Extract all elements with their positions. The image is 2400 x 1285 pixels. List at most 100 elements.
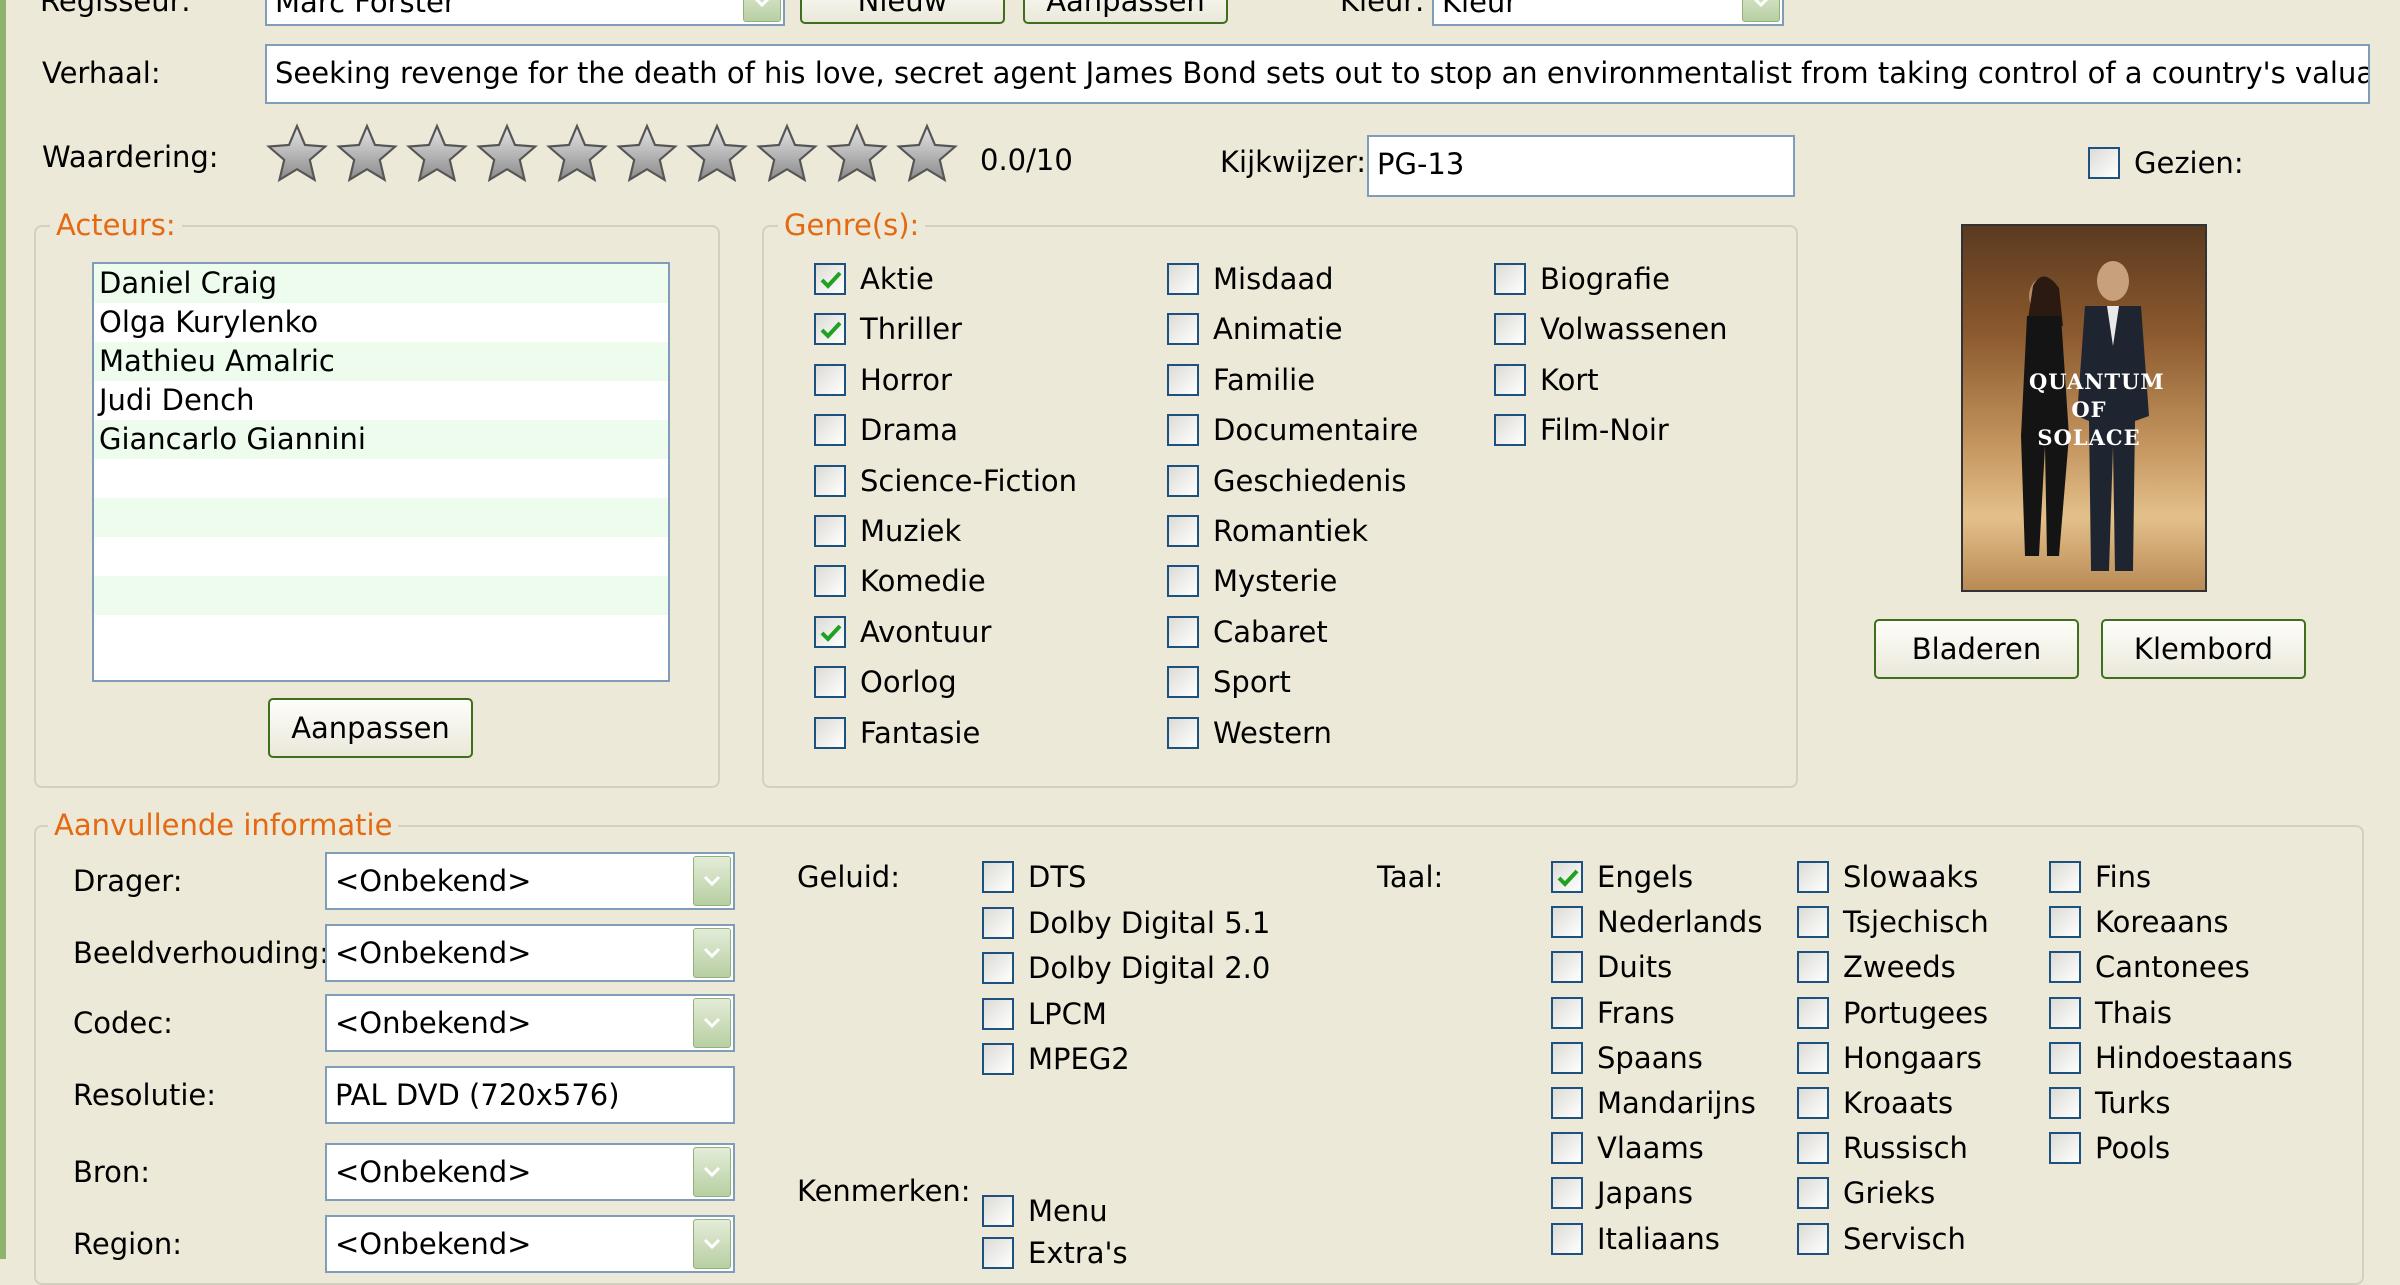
checkbox-box[interactable]	[982, 952, 1014, 984]
checkbox-box[interactable]	[1797, 906, 1829, 939]
checkbox-box[interactable]	[1167, 414, 1199, 447]
checkbox-box[interactable]	[814, 716, 846, 749]
checkbox-oorlog[interactable]: Oorlog	[814, 665, 957, 699]
checkbox-box[interactable]	[1494, 363, 1526, 396]
checkbox-drama[interactable]: Drama	[814, 413, 958, 447]
select-region[interactable]: <Onbekend>	[325, 1215, 735, 1273]
checkbox-box[interactable]	[982, 1237, 1014, 1269]
checkbox-checked[interactable]	[814, 313, 846, 346]
checkbox-box[interactable]	[814, 565, 846, 598]
checkbox-checked[interactable]	[814, 263, 846, 295]
checkbox-kroaats[interactable]: Kroaats	[1797, 1086, 1953, 1120]
checkbox-box[interactable]	[1167, 615, 1199, 648]
checkbox-romantiek[interactable]: Romantiek	[1167, 514, 1368, 548]
checkbox-box[interactable]	[1797, 996, 1829, 1029]
checkbox-nederlands[interactable]: Nederlands	[1551, 905, 1762, 939]
checkbox-box[interactable]	[2049, 1087, 2081, 1119]
checkbox-muziek[interactable]: Muziek	[814, 514, 961, 548]
list-item[interactable]: Judi Dench	[94, 381, 668, 420]
checkbox-checked[interactable]	[814, 615, 846, 648]
checkbox-box[interactable]	[1167, 313, 1199, 346]
checkbox-box[interactable]	[982, 1043, 1014, 1075]
star-icon[interactable]	[755, 122, 819, 186]
chevron-down-icon[interactable]	[693, 1219, 731, 1269]
checkbox-box[interactable]	[1797, 1087, 1829, 1119]
checkbox-box[interactable]	[2049, 996, 2081, 1029]
checkbox-checked[interactable]	[1551, 861, 1583, 893]
checkbox-volwassenen[interactable]: Volwassenen	[1494, 312, 1728, 346]
star-icon[interactable]	[545, 122, 609, 186]
checkbox-box[interactable]	[1797, 1177, 1829, 1210]
edit-director-button[interactable]: Aanpassen	[1023, 0, 1228, 24]
checkbox-box[interactable]	[2049, 861, 2081, 893]
checkbox-biografie[interactable]: Biografie	[1494, 262, 1670, 296]
checkbox-spaans[interactable]: Spaans	[1551, 1041, 1703, 1075]
verhaal-field[interactable]: Seeking revenge for the death of his lov…	[265, 44, 2370, 104]
checkbox-box[interactable]	[1551, 951, 1583, 984]
checkbox-lpcm[interactable]: LPCM	[982, 997, 1107, 1031]
checkbox-slowaaks[interactable]: Slowaaks	[1797, 860, 1978, 894]
rating-stars[interactable]	[265, 122, 965, 186]
checkbox-extra-s[interactable]: Extra's	[982, 1236, 1128, 1270]
checkbox-box[interactable]	[2088, 147, 2120, 179]
checkbox-box[interactable]	[1167, 363, 1199, 396]
checkbox-menu[interactable]: Menu	[982, 1194, 1108, 1228]
checkbox-box[interactable]	[2049, 1132, 2081, 1165]
checkbox-box[interactable]	[1797, 1041, 1829, 1074]
input-resolutie[interactable]: PAL DVD (720x576)	[325, 1066, 735, 1124]
chevron-down-icon[interactable]	[743, 0, 781, 22]
checkbox-box[interactable]	[1551, 1041, 1583, 1074]
checkbox-portugees[interactable]: Portugees	[1797, 996, 1988, 1030]
checkbox-box[interactable]	[1494, 414, 1526, 447]
checkbox-sport[interactable]: Sport	[1167, 665, 1291, 699]
checkbox-box[interactable]	[1167, 263, 1199, 295]
checkbox-box[interactable]	[1167, 716, 1199, 749]
star-icon[interactable]	[895, 122, 959, 186]
kijkwijzer-field[interactable]: PG-13	[1367, 135, 1795, 197]
kleur-select[interactable]: Kleur	[1432, 0, 1784, 26]
star-icon[interactable]	[825, 122, 889, 186]
list-item[interactable]: Olga Kurylenko	[94, 303, 668, 342]
checkbox-box[interactable]	[814, 515, 846, 547]
list-item[interactable]: Mathieu Amalric	[94, 342, 668, 381]
checkbox-mysterie[interactable]: Mysterie	[1167, 564, 1337, 598]
select-beeldverhouding[interactable]: <Onbekend>	[325, 924, 735, 982]
list-item[interactable]: Daniel Craig	[94, 264, 668, 303]
actors-edit-button[interactable]: Aanpassen	[268, 698, 473, 758]
checkbox-hindoestaans[interactable]: Hindoestaans	[2049, 1041, 2293, 1075]
checkbox-grieks[interactable]: Grieks	[1797, 1176, 1935, 1210]
checkbox-box[interactable]	[982, 861, 1014, 893]
checkbox-pools[interactable]: Pools	[2049, 1131, 2170, 1165]
checkbox-avontuur[interactable]: Avontuur	[814, 615, 991, 649]
checkbox-thais[interactable]: Thais	[2049, 996, 2172, 1030]
checkbox-box[interactable]	[1797, 1222, 1829, 1255]
checkbox-dolby-digital-5-1[interactable]: Dolby Digital 5.1	[982, 906, 1270, 940]
checkbox-dts[interactable]: DTS	[982, 860, 1086, 894]
checkbox-box[interactable]	[1551, 1087, 1583, 1119]
checkbox-box[interactable]	[1167, 565, 1199, 598]
checkbox-misdaad[interactable]: Misdaad	[1167, 262, 1334, 296]
star-icon[interactable]	[405, 122, 469, 186]
checkbox-zweeds[interactable]: Zweeds	[1797, 950, 1956, 984]
checkbox-cabaret[interactable]: Cabaret	[1167, 615, 1328, 649]
checkbox-box[interactable]	[1551, 1222, 1583, 1255]
chevron-down-icon[interactable]	[693, 928, 731, 978]
star-icon[interactable]	[475, 122, 539, 186]
checkbox-box[interactable]	[2049, 1041, 2081, 1074]
checkbox-koreaans[interactable]: Koreaans	[2049, 905, 2228, 939]
checkbox-documentaire[interactable]: Documentaire	[1167, 413, 1418, 447]
checkbox-box[interactable]	[1494, 263, 1526, 295]
star-icon[interactable]	[265, 122, 329, 186]
chevron-down-icon[interactable]	[693, 856, 731, 906]
checkbox-fantasie[interactable]: Fantasie	[814, 716, 980, 750]
checkbox-italiaans[interactable]: Italiaans	[1551, 1222, 1720, 1256]
checkbox-film-noir[interactable]: Film-Noir	[1494, 413, 1669, 447]
checkbox-aktie[interactable]: Aktie	[814, 262, 934, 296]
checkbox-mpeg2[interactable]: MPEG2	[982, 1042, 1130, 1076]
checkbox-box[interactable]	[814, 414, 846, 447]
checkbox-cantonees[interactable]: Cantonees	[2049, 950, 2250, 984]
checkbox-western[interactable]: Western	[1167, 716, 1332, 750]
checkbox-frans[interactable]: Frans	[1551, 996, 1675, 1030]
checkbox-box[interactable]	[2049, 906, 2081, 939]
checkbox-box[interactable]	[814, 363, 846, 396]
